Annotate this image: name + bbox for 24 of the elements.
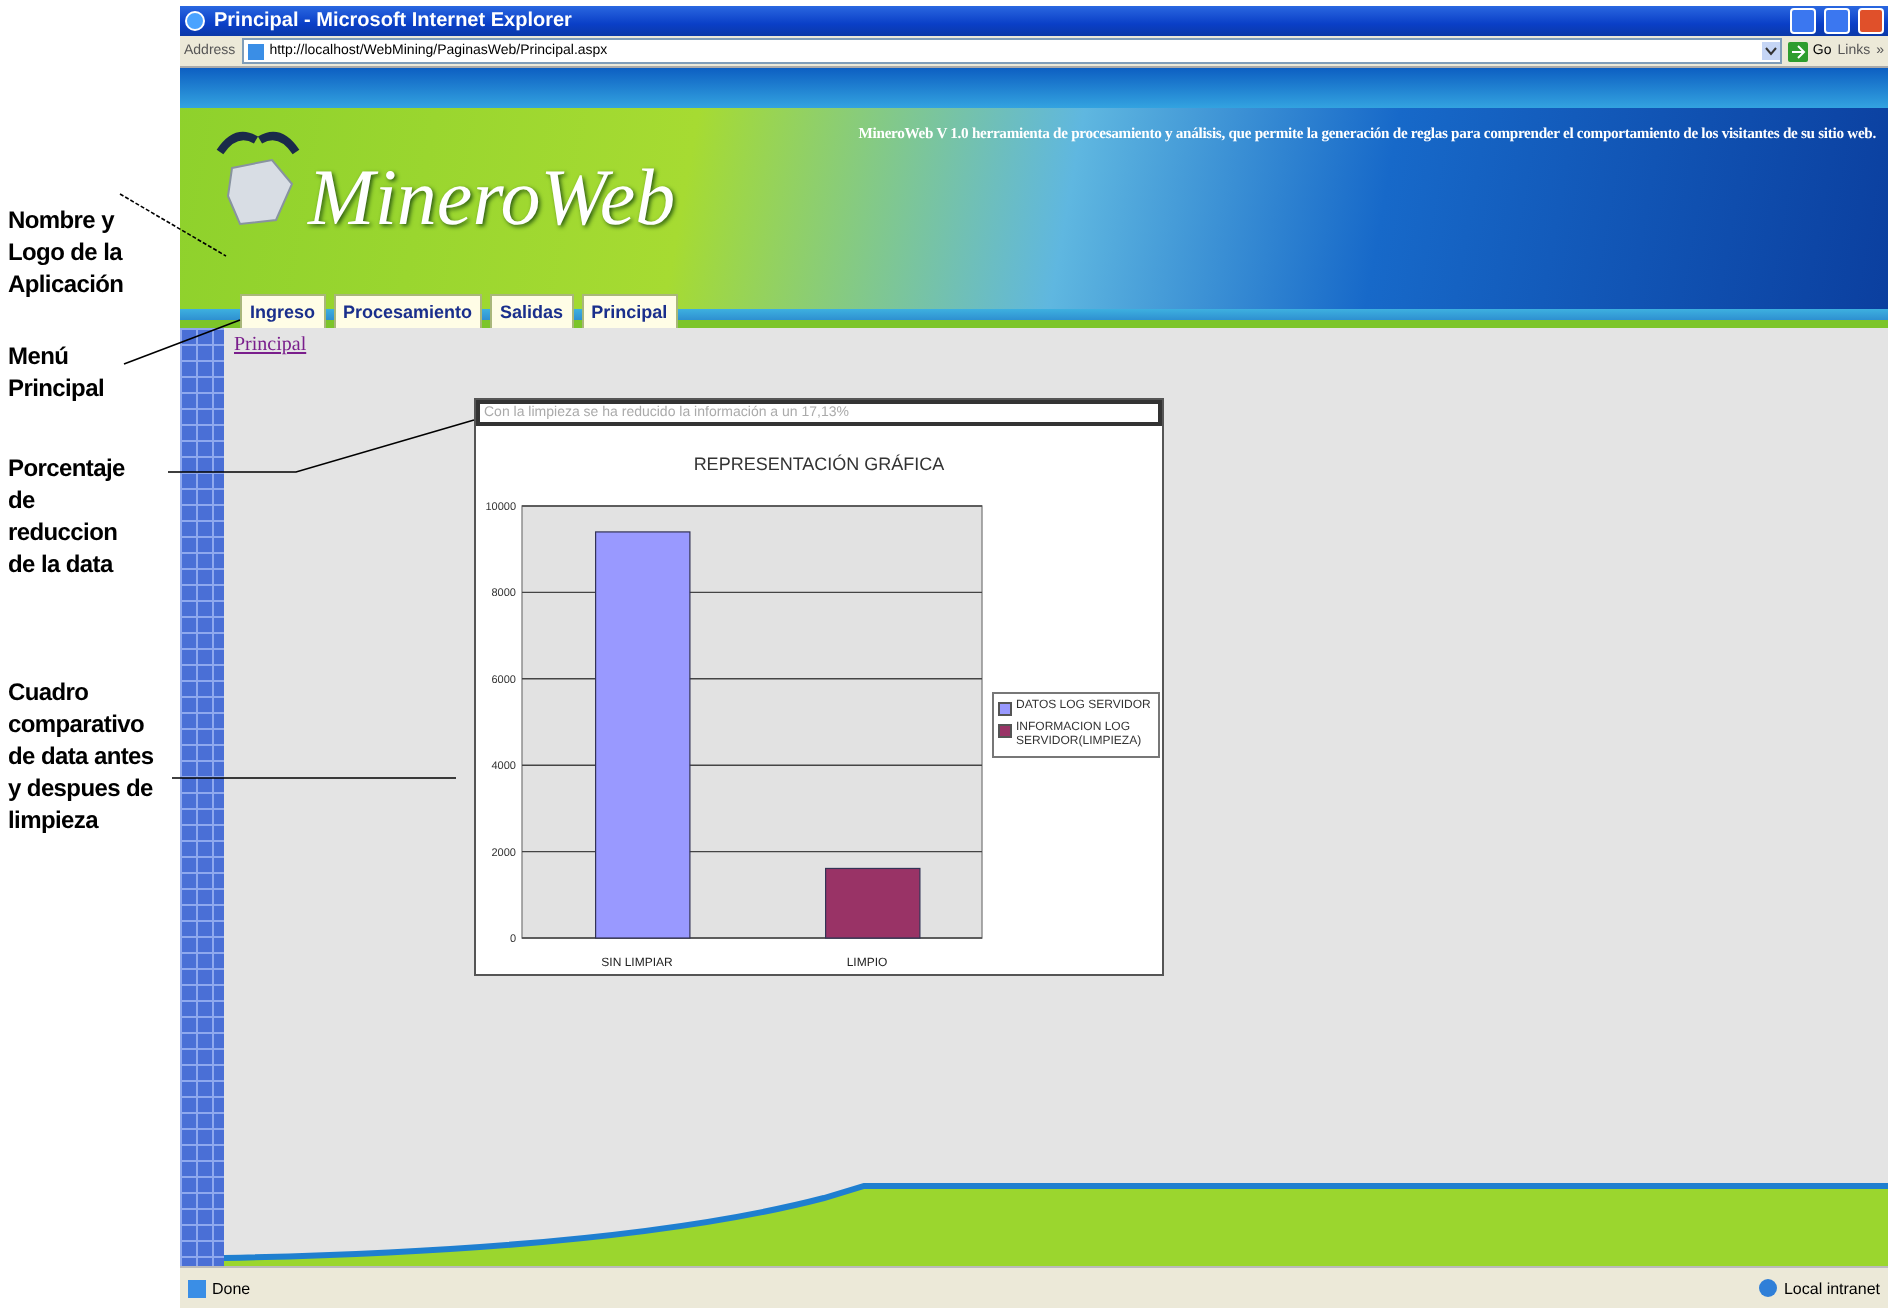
- globe-icon: [1757, 1278, 1778, 1298]
- chart-title: REPRESENTACIÓN GRÁFICA: [691, 454, 947, 474]
- breadcrumb-link[interactable]: Principal: [234, 334, 307, 356]
- maximize-button[interactable]: [1824, 8, 1850, 34]
- annotation-text: Menú Principal: [8, 340, 106, 404]
- dropdown-icon[interactable]: [1762, 42, 1781, 60]
- menu-tab[interactable]: Ingreso: [240, 294, 326, 328]
- zone-text: Local intranet: [1783, 1279, 1880, 1297]
- browser-icon: [184, 10, 206, 32]
- menu-tab[interactable]: Salidas: [490, 294, 574, 328]
- page-icon: [247, 43, 264, 59]
- menu-tab[interactable]: Principal: [581, 294, 678, 328]
- chart-bar: [825, 867, 921, 939]
- annotation-text: Porcentaje de reduccion de la data: [8, 452, 127, 580]
- page-icon: [188, 1279, 206, 1297]
- status-text: Done: [212, 1279, 251, 1297]
- annotation-text: Nombre y Logo de la Aplicación: [8, 204, 126, 300]
- menu-tab[interactable]: Procesamiento: [333, 294, 483, 328]
- leader-line: [119, 193, 227, 257]
- close-button[interactable]: [1858, 8, 1884, 34]
- minimize-button[interactable]: [1790, 8, 1816, 34]
- logo-text: MineroWeb: [308, 150, 676, 244]
- annotation-text: Cuadro comparativo de data antes y despues de limpieza: [8, 676, 156, 836]
- window-title: Principal - Microsoft Internet Explorer: [214, 10, 574, 32]
